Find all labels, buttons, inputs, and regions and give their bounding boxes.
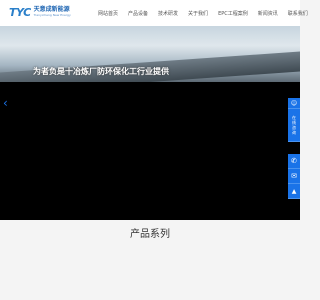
main-nav: 网站首页 产品设备 技术研发 关于我们 EPC工程案例 新闻资讯 联系我们 [98, 0, 318, 26]
back-to-top-icon[interactable]: ▲ [288, 184, 300, 199]
wechat-icon[interactable]: ✉ [288, 169, 300, 184]
online-consult-button[interactable]: 在 线 咨 询 [288, 109, 300, 142]
section-title: 产品系列 [130, 229, 170, 240]
phone-icon[interactable]: ✆ [288, 154, 300, 169]
consult-char: 询 [292, 130, 296, 135]
logo-name-en: Tianyicheng New Energy [33, 13, 71, 17]
logo-mark: TYC [9, 6, 31, 19]
nav-item-products[interactable]: 产品设备 [128, 10, 148, 17]
logo-name-cn: 天意成新能源 [33, 6, 70, 13]
carousel-area [0, 82, 300, 220]
nav-item-contact[interactable]: 联系我们 [288, 10, 308, 17]
nav-item-news[interactable]: 新闻资讯 [258, 10, 278, 17]
site-header: TYC 天意成新能源 Tianyicheng New Energy 网站首页 产… [0, 0, 308, 26]
carousel-prev-icon[interactable]: ‹ [3, 97, 8, 109]
hero-banner: 为者负是十冶炼厂防环保化工行业提供 [0, 26, 300, 82]
banner-slogan: 为者负是十冶炼厂防环保化工行业提供 [33, 67, 169, 76]
nav-item-about[interactable]: 关于我们 [188, 10, 208, 17]
logo-text: 天意成新能源 Tianyicheng New Energy [34, 6, 71, 17]
nav-item-rnd[interactable]: 技术研发 [158, 10, 178, 17]
qq-icon[interactable]: ☺ [288, 98, 300, 109]
product-series-section: 产品系列 [0, 220, 300, 300]
nav-item-epc-cases[interactable]: EPC工程案例 [218, 10, 248, 17]
nav-item-home[interactable]: 网站首页 [98, 10, 118, 17]
site-logo[interactable]: TYC 天意成新能源 Tianyicheng New Energy [9, 6, 71, 20]
side-toolbar: ☺ 在 线 咨 询 ✆ ✉ ▲ [288, 98, 300, 206]
